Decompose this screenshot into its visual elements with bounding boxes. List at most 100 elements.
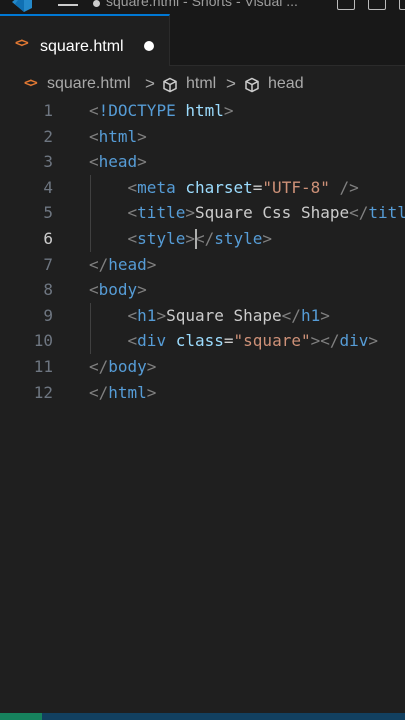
line-number: 9 xyxy=(43,305,53,325)
code-line[interactable]: 12 </html> xyxy=(0,380,405,406)
code-line[interactable]: 6 <style></style> xyxy=(0,226,405,252)
code-text[interactable]: <!DOCTYPE html> xyxy=(89,98,234,124)
code-token: h1 xyxy=(137,305,157,325)
code-token: > xyxy=(146,254,157,274)
code-token: > xyxy=(185,229,195,248)
code-token: div xyxy=(339,331,369,351)
code-token: > xyxy=(185,203,195,223)
window-title: square.html - Shorts - Visual ... xyxy=(106,0,298,9)
line-number: 6 xyxy=(43,229,53,248)
code-line[interactable]: 4 <meta charset="UTF-8" /> xyxy=(0,175,405,201)
code-token: </ xyxy=(89,254,109,274)
code-text[interactable]: <div class="square"></div> xyxy=(89,328,379,354)
code-text[interactable]: <body> xyxy=(89,277,147,303)
code-text[interactable]: <meta charset="UTF-8" /> xyxy=(89,175,359,201)
line-number: 4 xyxy=(43,177,53,197)
code-token: < xyxy=(127,331,138,351)
toggle-panel-icon[interactable] xyxy=(368,0,386,10)
code-token: meta xyxy=(137,177,176,197)
line-number: 7 xyxy=(43,254,53,274)
code-token: > xyxy=(262,229,273,248)
code-line[interactable]: 9 <h1>Square Shape</h1> xyxy=(0,303,405,329)
vscode-logo-icon[interactable] xyxy=(6,0,32,12)
toggle-secondary-sidebar-icon[interactable] xyxy=(399,0,405,10)
code-token: html xyxy=(98,126,138,146)
code-token: div xyxy=(137,331,167,351)
code-token: head xyxy=(108,254,147,274)
code-token: </ xyxy=(349,203,369,223)
chevron-right-icon: > xyxy=(226,74,236,93)
hamburger-menu-icon[interactable] xyxy=(58,0,78,8)
unsaved-dot-icon[interactable] xyxy=(144,41,154,51)
cube-symbol-icon xyxy=(245,77,259,93)
code-token: /> xyxy=(339,177,359,197)
code-token: html xyxy=(185,101,224,120)
code-token: < xyxy=(89,152,99,172)
code-line[interactable]: 11 </body> xyxy=(0,354,405,380)
tab-bar: <> square.html xyxy=(0,14,405,66)
code-token: < xyxy=(89,280,99,300)
breadcrumb-item-html[interactable]: html xyxy=(186,75,216,93)
line-number: 11 xyxy=(33,357,53,376)
breadcrumb-item-file[interactable]: square.html xyxy=(47,75,131,93)
code-text[interactable]: </body> xyxy=(89,354,156,380)
code-text[interactable]: <style></style> xyxy=(89,226,273,252)
code-line[interactable]: 2 <html> xyxy=(0,124,405,150)
status-bar xyxy=(0,713,405,720)
code-line[interactable]: 1 <!DOCTYPE html> xyxy=(0,98,405,124)
code-text[interactable]: </html> xyxy=(89,380,156,406)
code-token: > xyxy=(137,152,147,172)
code-token: > xyxy=(146,382,157,402)
code-text[interactable]: <html> xyxy=(89,124,147,150)
code-token: title xyxy=(368,203,405,223)
line-number: 2 xyxy=(43,126,53,146)
code-text[interactable]: <h1>Square Shape</h1> xyxy=(89,303,330,329)
line-number: 8 xyxy=(43,280,53,300)
cube-symbol-icon xyxy=(163,77,177,93)
code-token: "UTF-8" xyxy=(262,177,330,197)
code-line[interactable]: 7 </head> xyxy=(0,252,405,278)
code-text[interactable]: <head> xyxy=(89,149,147,175)
line-number: 10 xyxy=(33,331,53,351)
code-text[interactable]: <title>Square Css Shape</title> xyxy=(89,200,405,226)
status-bar-items xyxy=(42,713,405,720)
breadcrumb-item-head[interactable]: head xyxy=(268,75,304,93)
code-token: head xyxy=(98,152,138,172)
code-token: !DOCTYPE xyxy=(98,101,176,120)
code-token: Square Shape xyxy=(166,305,282,325)
code-token: < xyxy=(127,305,138,325)
line-number: 1 xyxy=(43,101,53,120)
code-token: </ xyxy=(194,229,215,248)
code-token: > xyxy=(320,305,330,325)
code-line[interactable]: 3 <head> xyxy=(0,149,405,175)
code-line[interactable]: 10 <div class="square"></div> xyxy=(0,328,405,354)
line-number: 5 xyxy=(43,203,53,223)
code-line[interactable]: 8 <body> xyxy=(0,277,405,303)
chevron-right-icon: > xyxy=(145,74,155,93)
unsaved-dot-icon xyxy=(93,0,100,7)
html-file-icon: <> xyxy=(15,36,29,51)
code-token: > xyxy=(137,280,147,300)
toggle-sidebar-icon[interactable] xyxy=(337,0,355,10)
code-token: body xyxy=(108,357,147,376)
code-token: = xyxy=(252,177,263,197)
code-token: > xyxy=(223,101,234,120)
code-token: > xyxy=(156,305,167,325)
tab-square-html[interactable]: <> square.html xyxy=(0,14,170,66)
code-text[interactable]: </head> xyxy=(89,252,156,278)
remote-indicator[interactable] xyxy=(0,713,42,720)
code-editor[interactable]: 1 <!DOCTYPE html> 2 <html> 3 <head> 4 <meta ch… xyxy=(0,98,405,708)
code-token: html xyxy=(108,382,147,402)
line-number: 12 xyxy=(33,382,53,402)
code-token: </ xyxy=(320,331,340,351)
code-token: < xyxy=(127,229,138,248)
code-line[interactable]: 5 <title>Square Css Shape</title> xyxy=(0,200,405,226)
code-token: </ xyxy=(89,382,109,402)
